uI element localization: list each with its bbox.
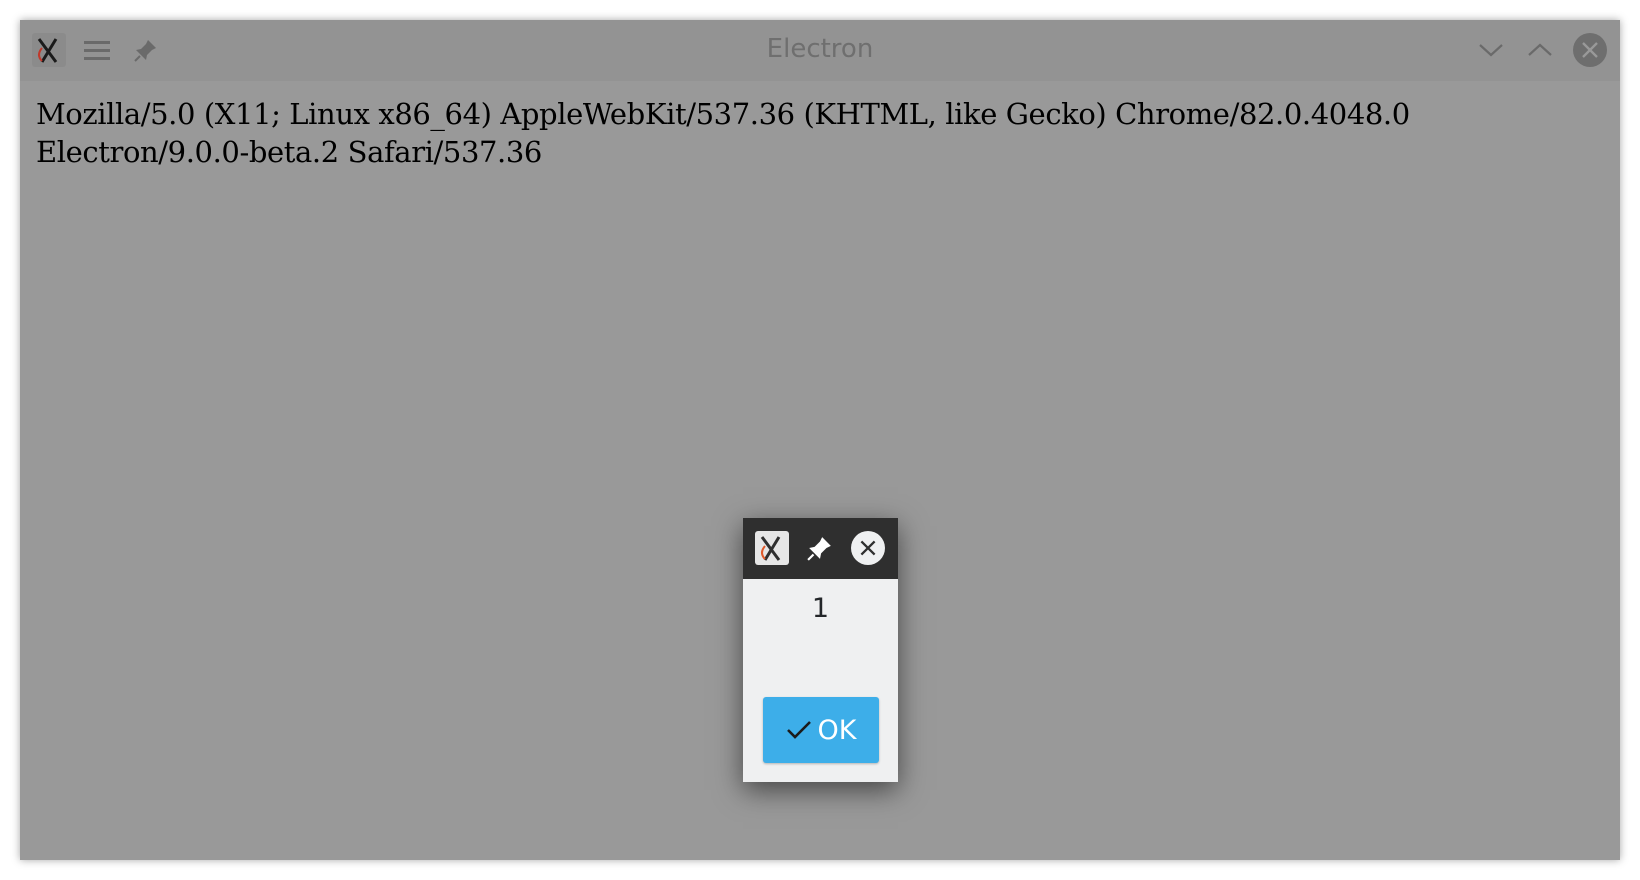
window-title: Electron [766, 34, 874, 64]
close-icon[interactable] [1573, 33, 1607, 67]
ok-button-label: OK [817, 714, 857, 746]
dialog-close-icon[interactable] [851, 531, 885, 565]
message-dialog: 1 OK [743, 518, 898, 782]
window-content: Mozilla/5.0 (X11; Linux x86_64) AppleWeb… [20, 81, 1620, 185]
chevron-up-icon[interactable] [1523, 33, 1557, 67]
dialog-app-icon[interactable] [755, 531, 789, 565]
dialog-pin-icon[interactable] [803, 531, 837, 565]
dialog-titlebar[interactable] [743, 518, 898, 579]
dialog-message: 1 [811, 593, 830, 624]
checkmark-icon [786, 721, 811, 739]
user-agent-text: Mozilla/5.0 (X11; Linux x86_64) AppleWeb… [36, 97, 1410, 169]
chevron-down-icon[interactable] [1474, 33, 1508, 67]
ok-button[interactable]: OK [763, 697, 879, 763]
window-titlebar[interactable]: Electron [20, 20, 1620, 81]
